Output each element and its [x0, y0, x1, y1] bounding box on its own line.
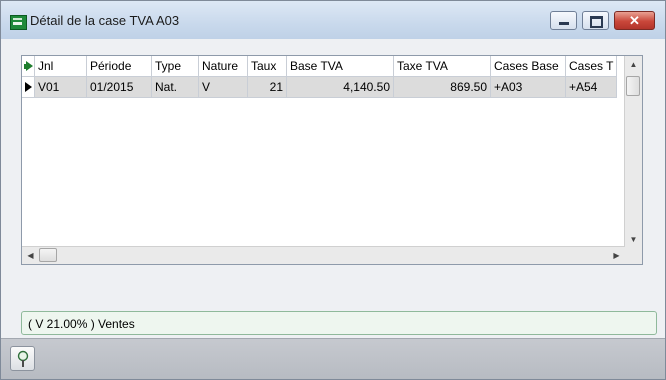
- column-header-cases-base[interactable]: Cases Base: [490, 56, 566, 77]
- cell-taxe-tva[interactable]: 869.50: [393, 76, 491, 98]
- header-indicator[interactable]: [22, 56, 35, 77]
- horizontal-scroll-thumb[interactable]: [39, 248, 57, 262]
- status-text: ( V 21.00% ) Ventes: [28, 317, 135, 331]
- close-button[interactable]: ✕: [614, 11, 655, 30]
- cell-periode[interactable]: 01/2015: [86, 76, 152, 98]
- scroll-right-icon[interactable]: ▶: [608, 247, 625, 264]
- pin-icon: [17, 350, 29, 367]
- column-header-type[interactable]: Type: [151, 56, 199, 77]
- dialog-window: Détail de la case TVA A03 ✕ Jnl Période …: [0, 0, 666, 380]
- status-panel: ( V 21.00% ) Ventes: [21, 311, 657, 335]
- cell-cases-t[interactable]: +A54: [565, 76, 618, 98]
- table-row[interactable]: V01 01/2015 Nat. V 21 4,140.50 869.50 +A…: [22, 76, 618, 98]
- scroll-down-icon[interactable]: ▼: [625, 231, 642, 248]
- scroll-left-icon[interactable]: ◀: [22, 247, 39, 264]
- cell-jnl[interactable]: V01: [34, 76, 87, 98]
- cell-nature[interactable]: V: [198, 76, 248, 98]
- current-row-icon: [24, 82, 32, 92]
- column-header-periode[interactable]: Période: [86, 56, 152, 77]
- column-header-cases-t[interactable]: Cases T: [565, 56, 618, 77]
- scroll-up-icon[interactable]: ▲: [625, 56, 642, 73]
- vat-detail-table: Jnl Période Type Nature Taux Base TVA Ta…: [22, 56, 618, 98]
- minimize-button[interactable]: [550, 11, 577, 30]
- vertical-scrollbar[interactable]: ▲ ▼: [624, 56, 642, 248]
- column-header-jnl[interactable]: Jnl: [34, 56, 87, 77]
- column-header-taxe-tva[interactable]: Taxe TVA: [393, 56, 491, 77]
- column-header-base-tva[interactable]: Base TVA: [286, 56, 394, 77]
- cell-cases-base[interactable]: +A03: [490, 76, 566, 98]
- header-row: Jnl Période Type Nature Taux Base TVA Ta…: [22, 56, 618, 77]
- cell-base-tva[interactable]: 4,140.50: [286, 76, 394, 98]
- cell-type[interactable]: Nat.: [151, 76, 199, 98]
- vertical-scroll-thumb[interactable]: [626, 76, 640, 96]
- horizontal-scrollbar[interactable]: ◀ ▶: [22, 246, 625, 264]
- title-bar[interactable]: Détail de la case TVA A03 ✕: [1, 1, 665, 39]
- bottom-toolbar: [1, 338, 665, 379]
- cell-taux[interactable]: 21: [247, 76, 287, 98]
- current-row-indicator: [22, 76, 35, 98]
- app-icon: [10, 15, 27, 30]
- column-header-nature[interactable]: Nature: [198, 56, 248, 77]
- close-icon: ✕: [629, 13, 640, 28]
- maximize-button[interactable]: [582, 11, 609, 30]
- vat-detail-grid[interactable]: Jnl Période Type Nature Taux Base TVA Ta…: [21, 55, 643, 265]
- scrollbar-corner: [625, 247, 642, 264]
- column-header-taux[interactable]: Taux: [247, 56, 287, 77]
- window-title: Détail de la case TVA A03: [30, 13, 180, 28]
- pin-button[interactable]: [10, 346, 35, 371]
